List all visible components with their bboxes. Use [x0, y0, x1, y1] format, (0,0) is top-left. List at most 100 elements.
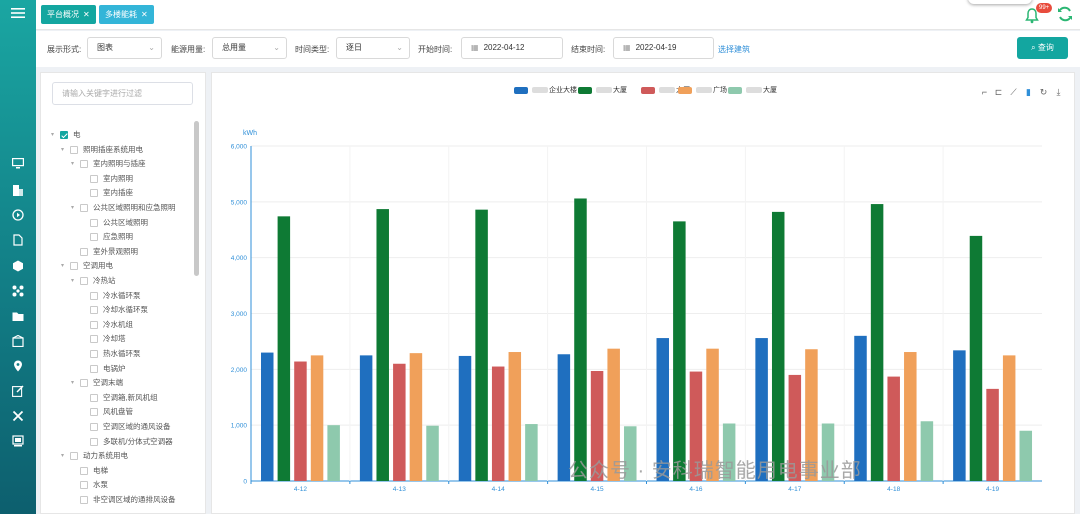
hexagon-icon[interactable]	[9, 257, 27, 275]
tree-node[interactable]: 冷却水循环泵	[81, 304, 148, 316]
tree-node[interactable]: ▾ 公共区域照明和应急照明	[71, 202, 176, 214]
tree-node[interactable]: 室内插座	[81, 187, 133, 199]
tree-checkbox[interactable]	[80, 481, 88, 490]
query-button[interactable]: ⌕ 查询	[1017, 37, 1068, 59]
tree-node[interactable]: 风机盘管	[81, 406, 133, 418]
tree-checkbox[interactable]	[90, 189, 98, 198]
tree-checkbox[interactable]	[80, 204, 88, 212]
x-tick-label: 4-15	[591, 486, 604, 493]
tree-node[interactable]: 空调箱,新风机组	[81, 392, 158, 404]
tree-node-label: 室内照明与插座	[93, 159, 146, 169]
tree-checkbox[interactable]	[90, 350, 98, 358]
caret-down-icon[interactable]: ▾	[71, 202, 80, 214]
document-icon[interactable]	[9, 231, 27, 249]
tab-multi-building-energy[interactable]: 多楼能耗 ✕	[99, 5, 154, 24]
apartment-icon[interactable]	[9, 332, 27, 350]
tab-platform-overview[interactable]: 平台概况 ✕	[41, 5, 96, 24]
tree-node-label: 室内插座	[103, 188, 133, 198]
tree-filter-input[interactable]: 请输入关键字进行过滤	[52, 82, 193, 105]
close-icon[interactable]: ✕	[83, 10, 90, 19]
tree-node[interactable]: 电梯	[71, 465, 108, 477]
tree-checkbox[interactable]	[90, 320, 98, 329]
edit-icon[interactable]	[9, 382, 27, 400]
tree-checkbox[interactable]	[70, 145, 78, 154]
select-building-link[interactable]: 选择建筑	[718, 44, 750, 55]
caret-down-icon[interactable]: ▾	[71, 158, 80, 170]
bar-2	[870, 204, 884, 482]
location-icon[interactable]	[9, 357, 27, 375]
tree-checkbox[interactable]	[60, 131, 68, 139]
tree-checkbox[interactable]	[90, 233, 98, 242]
tree-checkbox[interactable]	[80, 496, 88, 504]
tree-checkbox[interactable]	[80, 379, 88, 388]
tree-node[interactable]: ▾ 冷热站	[71, 275, 116, 287]
time-type-value: 逐日	[346, 43, 362, 52]
tree-node[interactable]: 室内照明	[81, 173, 133, 185]
folder-icon[interactable]	[9, 307, 27, 325]
tree-node[interactable]: ▾ 照明插座系统用电	[61, 144, 143, 156]
tree-checkbox[interactable]	[90, 218, 98, 227]
caret-down-icon[interactable]: ▾	[71, 275, 80, 287]
tree-checkbox[interactable]	[90, 364, 98, 373]
tree-node[interactable]: 热水循环泵	[81, 348, 141, 360]
caret-down-icon[interactable]: ▾	[61, 260, 70, 272]
caret-down-icon[interactable]: ▾	[61, 450, 70, 462]
tree-checkbox[interactable]	[90, 423, 98, 431]
tree-checkbox[interactable]	[70, 452, 78, 461]
device-icon[interactable]	[9, 432, 27, 450]
tree-node[interactable]: 水泵	[71, 479, 108, 491]
caret-down-icon[interactable]: ▾	[51, 129, 60, 141]
tree-checkbox[interactable]	[80, 160, 88, 169]
tree-node[interactable]: ▾ 空调用电	[61, 260, 113, 272]
tree-node[interactable]: 多联机/分体式空调器	[81, 436, 173, 448]
bar-4	[409, 353, 423, 481]
tree-node[interactable]: 应急照明	[81, 231, 133, 243]
end-date-input[interactable]: ▦ 2022-04-19	[613, 37, 714, 59]
refresh-icon[interactable]	[1057, 6, 1073, 22]
tree-node[interactable]: 非空调区域的通排风设备	[71, 494, 176, 506]
caret-down-icon[interactable]: ▾	[71, 377, 80, 389]
tree-checkbox[interactable]	[70, 262, 78, 271]
tree-checkbox[interactable]	[80, 466, 88, 475]
tree-checkbox[interactable]	[90, 393, 98, 402]
tools-icon[interactable]	[9, 407, 27, 425]
tree-node[interactable]: 冷水机组	[81, 319, 133, 331]
x-tick-label: 4-12	[294, 486, 307, 493]
user-dropdown[interactable]	[968, 0, 1032, 4]
tree-checkbox[interactable]	[90, 306, 98, 315]
category-tree-panel: 请输入关键字进行过滤 ▾ 电 ▾ 照明插座系统用电 ▾ 室内照明与插座 室内照明 室内插座 ▾ 公…	[40, 72, 206, 514]
close-icon[interactable]: ✕	[141, 10, 148, 19]
menu-icon[interactable]	[9, 4, 27, 22]
tree-scrollbar[interactable]	[194, 121, 199, 276]
time-type-select[interactable]: 逐日 ⌄	[336, 37, 410, 59]
building-icon[interactable]	[9, 181, 27, 199]
tree-node-label: 热水循环泵	[103, 349, 141, 358]
tree-node[interactable]: ▾ 动力系统用电	[61, 450, 128, 462]
network-icon[interactable]	[9, 282, 27, 300]
tree-node-label: 空调用电	[83, 261, 113, 271]
tree-node[interactable]: 空调区域的通风设备	[81, 421, 171, 433]
tree-node[interactable]: 冷水循环泵	[81, 290, 141, 302]
tree-checkbox[interactable]	[90, 335, 98, 344]
tree-node[interactable]: 冷却塔	[81, 333, 126, 345]
caret-down-icon[interactable]: ▾	[61, 144, 70, 156]
bar-5	[327, 425, 340, 481]
tree-checkbox[interactable]	[90, 174, 98, 183]
tree-checkbox[interactable]	[90, 437, 98, 446]
tree-node[interactable]: 室外景观照明	[71, 246, 138, 258]
tree-node[interactable]: ▾ 电	[51, 129, 81, 141]
tree-node[interactable]: 公共区域照明	[81, 217, 148, 229]
tree-node[interactable]: 电锅炉	[81, 363, 126, 375]
tree-node[interactable]: ▾ 空调末端	[71, 377, 123, 389]
tree-checkbox[interactable]	[90, 291, 98, 300]
tree-checkbox[interactable]	[80, 277, 88, 285]
bar-1	[261, 352, 274, 481]
energy-usage-select[interactable]: 总用量 ⌄	[212, 37, 287, 59]
display-mode-select[interactable]: 图表 ⌄	[87, 37, 162, 59]
tree-checkbox[interactable]	[90, 408, 98, 417]
monitor-icon[interactable]	[9, 154, 27, 172]
tree-checkbox[interactable]	[80, 247, 88, 256]
start-date-input[interactable]: ▦ 2022-04-12	[461, 37, 563, 59]
tree-node[interactable]: ▾ 室内照明与插座	[71, 158, 146, 170]
play-circle-icon[interactable]	[9, 206, 27, 224]
